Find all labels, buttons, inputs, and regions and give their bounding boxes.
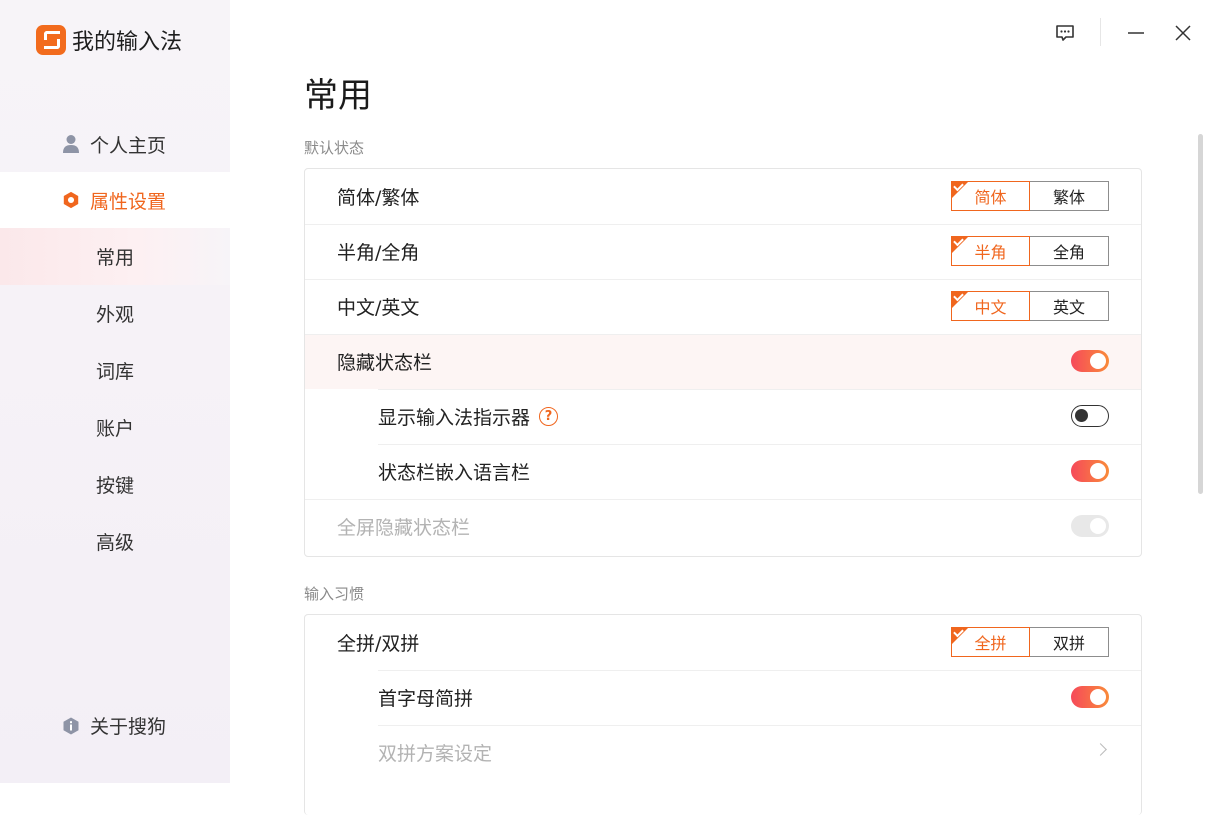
option-double-pinyin[interactable]: 双拼 bbox=[1030, 627, 1109, 657]
sidebar-item-label: 个人主页 bbox=[90, 134, 167, 157]
sidebar-subitem-lexicon[interactable]: 词库 bbox=[0, 342, 230, 399]
close-button[interactable] bbox=[1173, 20, 1193, 46]
option-label: 全拼 bbox=[974, 634, 1007, 653]
sogou-logo-icon bbox=[36, 25, 66, 55]
option-label: 简体 bbox=[974, 188, 1007, 207]
chinese-english-segmented: 中文 英文 bbox=[951, 290, 1109, 321]
scrollbar[interactable] bbox=[1198, 134, 1203, 494]
app-brand: 我的输入法 bbox=[36, 24, 182, 56]
option-english[interactable]: 英文 bbox=[1030, 291, 1109, 321]
setting-row-embed-language-bar: 状态栏嵌入语言栏 bbox=[305, 444, 1141, 499]
sidebar-subitem-label: 按键 bbox=[96, 475, 135, 497]
simplified-traditional-segmented: 简体 繁体 bbox=[951, 180, 1109, 211]
sidebar-subitem-label: 外观 bbox=[96, 304, 135, 326]
sidebar-subitem-advanced[interactable]: 高级 bbox=[0, 513, 230, 570]
close-icon bbox=[1175, 25, 1191, 41]
sidebar: 我的输入法 个人主页 属性设置 常用 外观 词库 账户 按键 高级 关于搜狗 bbox=[0, 0, 230, 783]
option-label: 中文 bbox=[974, 298, 1007, 317]
option-label: 繁体 bbox=[1052, 188, 1085, 207]
sidebar-item-profile[interactable]: 个人主页 bbox=[0, 116, 230, 172]
sidebar-subitem-label: 常用 bbox=[96, 247, 135, 269]
half-full-width-segmented: 半角 全角 bbox=[951, 235, 1109, 266]
show-indicator-toggle[interactable] bbox=[1071, 405, 1109, 427]
option-label: 半角 bbox=[974, 243, 1007, 262]
sidebar-item-properties[interactable]: 属性设置 bbox=[0, 172, 230, 228]
page-title: 常用 bbox=[304, 76, 372, 116]
setting-label: 隐藏状态栏 bbox=[337, 352, 433, 374]
setting-label: 全拼/双拼 bbox=[337, 633, 420, 655]
sidebar-subitem-appearance[interactable]: 外观 bbox=[0, 285, 230, 342]
input-habits-card: 全拼/双拼 全拼 双拼 首字母简拼 双拼方案设定 bbox=[304, 614, 1142, 815]
setting-row-half-full-width: 半角/全角 半角 全角 bbox=[305, 224, 1141, 279]
section-label-input-habits: 输入习惯 bbox=[304, 585, 365, 603]
option-full-width[interactable]: 全角 bbox=[1030, 236, 1109, 266]
setting-row-fullscreen-hide: 全屏隐藏状态栏 bbox=[305, 499, 1141, 554]
hide-status-bar-toggle[interactable] bbox=[1071, 350, 1109, 372]
setting-label: 简体/繁体 bbox=[337, 187, 420, 209]
feedback-button[interactable] bbox=[1054, 20, 1076, 46]
option-label: 全角 bbox=[1052, 243, 1085, 262]
section-label-default-state: 默认状态 bbox=[304, 139, 365, 157]
setting-row-full-double-pinyin: 全拼/双拼 全拼 双拼 bbox=[305, 615, 1141, 670]
setting-row-show-indicator: 显示输入法指示器 ? bbox=[305, 389, 1141, 444]
setting-row-double-pinyin-scheme[interactable]: 双拼方案设定 bbox=[305, 725, 1141, 780]
setting-label: 显示输入法指示器 bbox=[378, 407, 531, 429]
default-state-card: 简体/繁体 简体 繁体 半角/全角 半角 全角 中文/英文 中文 英文 隐藏状态… bbox=[304, 168, 1142, 557]
setting-row-initial-abbrev: 首字母简拼 bbox=[305, 670, 1141, 725]
setting-label: 半角/全角 bbox=[337, 242, 420, 264]
sidebar-subitem-label: 词库 bbox=[96, 361, 135, 383]
fullscreen-hide-toggle[interactable] bbox=[1071, 515, 1109, 537]
option-chinese[interactable]: 中文 bbox=[951, 290, 1030, 321]
setting-label: 双拼方案设定 bbox=[378, 743, 493, 765]
chevron-right-icon bbox=[1094, 743, 1107, 756]
sidebar-item-label: 属性设置 bbox=[90, 190, 167, 213]
setting-label: 中文/英文 bbox=[337, 297, 420, 319]
sidebar-nav: 个人主页 属性设置 常用 外观 词库 账户 按键 高级 bbox=[0, 116, 230, 570]
setting-row-hide-status-bar: 隐藏状态栏 bbox=[305, 334, 1141, 389]
option-half-width[interactable]: 半角 bbox=[951, 235, 1030, 266]
sidebar-subitem-common[interactable]: 常用 bbox=[0, 228, 230, 285]
setting-row-simplified-traditional: 简体/繁体 简体 繁体 bbox=[305, 169, 1141, 224]
setting-row-chinese-english: 中文/英文 中文 英文 bbox=[305, 279, 1141, 334]
option-traditional[interactable]: 繁体 bbox=[1030, 181, 1109, 211]
user-icon bbox=[63, 135, 79, 153]
minimize-icon bbox=[1128, 32, 1144, 34]
option-simplified[interactable]: 简体 bbox=[951, 180, 1030, 211]
option-label: 双拼 bbox=[1052, 634, 1085, 653]
initial-abbrev-toggle[interactable] bbox=[1071, 686, 1109, 708]
setting-label: 状态栏嵌入语言栏 bbox=[378, 462, 531, 484]
info-icon bbox=[63, 717, 79, 734]
option-label: 英文 bbox=[1052, 298, 1085, 317]
about-label: 关于搜狗 bbox=[90, 716, 167, 738]
embed-language-bar-toggle[interactable] bbox=[1071, 460, 1109, 482]
minimize-button[interactable] bbox=[1126, 20, 1146, 46]
full-double-pinyin-segmented: 全拼 双拼 bbox=[951, 626, 1109, 657]
sidebar-subitem-account[interactable]: 账户 bbox=[0, 399, 230, 456]
setting-label: 全屏隐藏状态栏 bbox=[337, 517, 471, 539]
app-title: 我的输入法 bbox=[72, 30, 183, 55]
settings-hex-icon bbox=[63, 191, 79, 209]
sidebar-subitem-label: 高级 bbox=[96, 532, 135, 554]
about-link[interactable]: 关于搜狗 bbox=[62, 712, 166, 739]
help-icon[interactable]: ? bbox=[539, 407, 559, 426]
sidebar-subitem-keys[interactable]: 按键 bbox=[0, 456, 230, 513]
titlebar-divider bbox=[1100, 18, 1101, 46]
sidebar-subitem-label: 账户 bbox=[96, 418, 135, 440]
setting-label: 首字母简拼 bbox=[378, 688, 474, 710]
feedback-icon bbox=[1056, 25, 1074, 41]
option-full-pinyin[interactable]: 全拼 bbox=[951, 626, 1030, 657]
